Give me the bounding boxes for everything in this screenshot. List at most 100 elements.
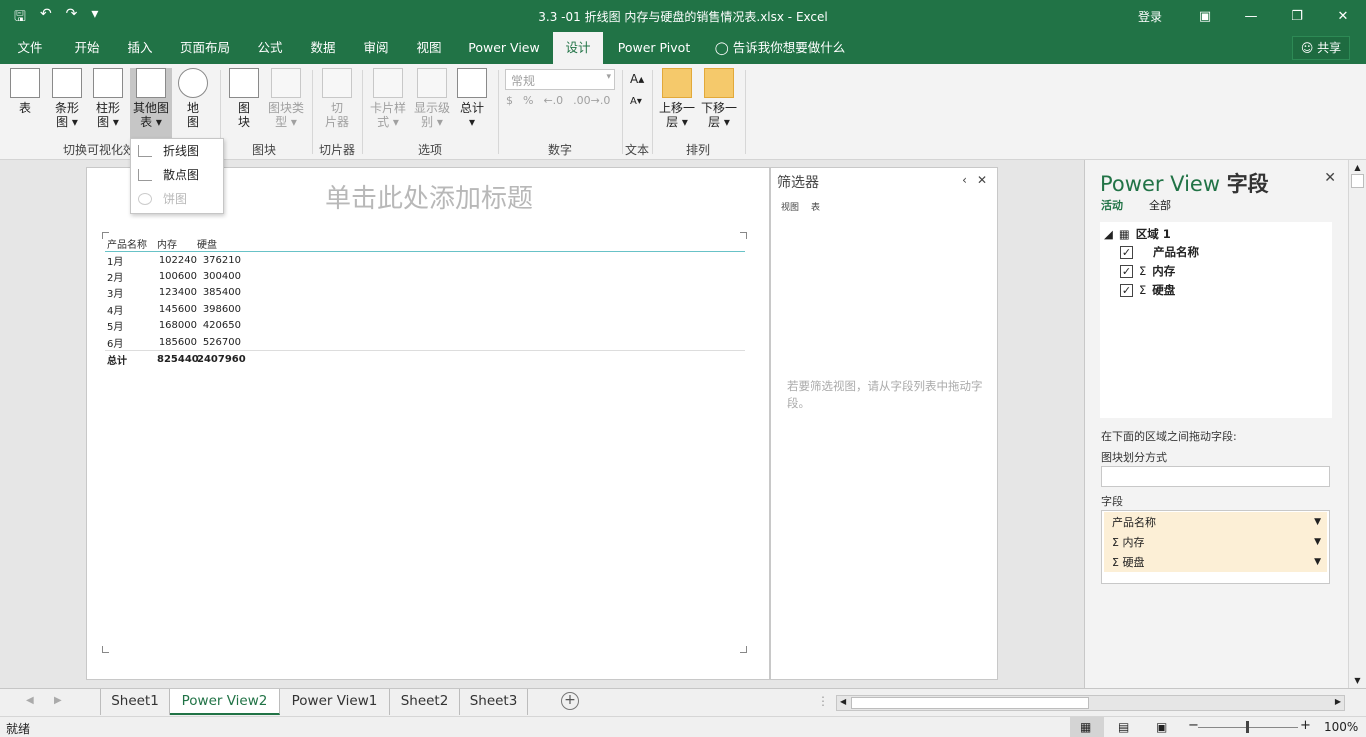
minimize-icon[interactable]: —	[1228, 0, 1274, 32]
page-layout-icon[interactable]: ▤	[1118, 720, 1129, 734]
chevron-down-icon[interactable]: ▼	[1314, 532, 1321, 552]
close-icon[interactable]: ✕	[1320, 0, 1366, 32]
show-levels-button[interactable]: 显示级 别 ▾	[410, 68, 454, 136]
decrease-decimal-icon[interactable]: ←.0	[543, 94, 563, 107]
other-chart-button[interactable]: 其他图 表 ▾	[130, 68, 172, 138]
table-cell: 376210	[202, 254, 241, 266]
decrease-font-icon[interactable]: A▾	[630, 96, 642, 107]
tab-data[interactable]: 数据	[300, 32, 346, 64]
tab-view[interactable]: 视图	[406, 32, 452, 64]
bring-forward-button[interactable]: 上移一 层 ▾	[656, 68, 698, 136]
restore-icon[interactable]: ❐	[1274, 0, 1320, 32]
bring-forward-icon	[662, 68, 692, 98]
card-style-button[interactable]: 卡片样 式 ▾	[366, 68, 410, 136]
field-item[interactable]: 产品名称 ▼	[1104, 512, 1327, 532]
close-icon[interactable]: ✕	[1324, 170, 1336, 186]
scroll-left-icon[interactable]: ◀	[840, 697, 846, 706]
send-backward-button[interactable]: 下移一 层 ▾	[698, 68, 740, 136]
tell-me-box[interactable]: ◯ 告诉我你想要做什么	[712, 32, 848, 64]
percent-icon[interactable]: %	[523, 94, 533, 107]
column-chart-button[interactable]: 柱形 图 ▾	[89, 68, 127, 136]
checkbox-icon[interactable]: ✓	[1120, 264, 1133, 278]
slicer-button[interactable]: 切 片器	[318, 68, 356, 136]
tile-type-button[interactable]: 图块类 型 ▾	[264, 68, 308, 136]
checkbox-icon[interactable]: ✓	[1120, 283, 1133, 297]
filters-pane: 筛选器 ‹ ✕ 视图 表 若要筛选视图，请从字段列表中拖动字段。	[770, 167, 998, 680]
resize-handle[interactable]	[740, 646, 747, 653]
tab-review[interactable]: 审阅	[352, 32, 400, 64]
sheet-tab[interactable]: Sheet2	[390, 689, 460, 715]
slicer-icon	[322, 68, 352, 98]
scroll-up-icon[interactable]: ▲	[1349, 163, 1366, 172]
tab-scroll-left-icon[interactable]: ◀	[26, 695, 34, 706]
sheet-tab-active[interactable]: Power View2	[170, 689, 280, 715]
checkbox-icon[interactable]: ✓	[1120, 245, 1133, 259]
chevron-down-icon[interactable]: ▼	[1314, 512, 1321, 532]
table-button[interactable]: 表	[6, 68, 44, 136]
scroll-thumb[interactable]	[851, 697, 1089, 709]
drag-hint: 在下面的区域之间拖动字段:	[1101, 430, 1237, 443]
tab-power-pivot[interactable]: Power Pivot	[612, 32, 696, 64]
zoom-level[interactable]: 100%	[1324, 720, 1358, 734]
field-item[interactable]: Σ 内存 ▼	[1104, 532, 1327, 552]
scroll-down-icon[interactable]: ▼	[1349, 676, 1366, 685]
map-button[interactable]: 地 图	[174, 68, 212, 136]
tab-scroll-right-icon[interactable]: ▶	[54, 695, 62, 706]
zoom-in-icon[interactable]: +	[1300, 718, 1311, 733]
totals-button[interactable]: 总计 ▾	[454, 68, 490, 136]
tab-insert[interactable]: 插入	[116, 32, 164, 64]
tab-power-view[interactable]: Power View	[462, 32, 546, 64]
tab-formulas[interactable]: 公式	[246, 32, 294, 64]
tiles-button[interactable]: 图 块	[226, 68, 262, 136]
field-item[interactable]: Σ 硬盘 ▼	[1104, 552, 1327, 572]
scroll-thumb[interactable]	[1351, 174, 1364, 188]
tree-field-disk[interactable]: ✓ Σ 硬盘	[1120, 282, 1175, 298]
line-chart-icon	[138, 145, 152, 157]
vertical-scrollbar[interactable]: ▲ ▼	[1348, 160, 1366, 688]
increase-font-icon[interactable]: A▴	[630, 72, 644, 86]
tab-table-filter[interactable]: 表	[811, 200, 820, 213]
ribbon-display-icon[interactable]: ▣	[1182, 0, 1228, 32]
page-break-icon[interactable]: ▣	[1156, 720, 1167, 734]
sheet-tab[interactable]: Power View1	[280, 689, 390, 715]
sheet-tab[interactable]: Sheet1	[100, 689, 170, 715]
add-sheet-icon[interactable]: +	[561, 692, 579, 710]
tab-file[interactable]: 文件	[8, 32, 52, 64]
login-link[interactable]: 登录	[1138, 8, 1162, 25]
scroll-right-icon[interactable]: ▶	[1335, 697, 1341, 706]
card-style-label-1: 卡片样	[369, 101, 406, 115]
resize-handle[interactable]	[102, 646, 109, 653]
collapse-triangle-icon[interactable]: ◢	[1104, 227, 1113, 241]
tab-view-filter[interactable]: 视图	[781, 200, 799, 213]
tile-by-dropzone[interactable]	[1101, 466, 1330, 487]
menu-item-line-chart[interactable]: 折线图	[131, 139, 223, 163]
tree-field-product[interactable]: ✓ 产品名称	[1120, 244, 1199, 260]
tab-all-fields[interactable]: 全部	[1149, 197, 1171, 213]
split-handle-icon[interactable]: ⋮	[817, 694, 829, 708]
column-header[interactable]: 硬盘	[197, 236, 241, 251]
sheet-tab[interactable]: Sheet3	[460, 689, 528, 715]
share-button[interactable]: ☺ 共享	[1292, 36, 1350, 60]
zoom-slider-thumb[interactable]	[1246, 721, 1249, 733]
collapse-icon[interactable]: ‹	[962, 173, 967, 187]
close-icon[interactable]: ✕	[977, 173, 987, 187]
data-table[interactable]: 产品名称 内存 硬盘 1月 102240 376210 2月 100600 30…	[105, 236, 745, 367]
column-header[interactable]: 产品名称	[105, 236, 157, 251]
tree-field-memory[interactable]: ✓ Σ 内存	[1120, 263, 1175, 279]
currency-icon[interactable]: $	[506, 94, 513, 107]
column-header[interactable]: 内存	[157, 236, 197, 251]
tab-active-fields[interactable]: 活动	[1101, 197, 1123, 213]
number-format-select[interactable]: 常规 ▾	[505, 69, 615, 90]
chevron-down-icon[interactable]: ▼	[1314, 552, 1321, 572]
tab-page-layout[interactable]: 页面布局	[172, 32, 238, 64]
fields-dropzone[interactable]: 产品名称 ▼ Σ 内存 ▼ Σ 硬盘 ▼	[1101, 510, 1330, 584]
bar-chart-button[interactable]: 条形 图 ▾	[48, 68, 86, 136]
line-chart-icon	[136, 68, 166, 98]
tab-home[interactable]: 开始	[62, 32, 112, 64]
menu-item-scatter-chart[interactable]: 散点图	[131, 163, 223, 187]
zoom-out-icon[interactable]: −	[1188, 718, 1199, 733]
increase-decimal-icon[interactable]: .00→.0	[573, 94, 610, 107]
horizontal-scrollbar[interactable]: ◀ ▶	[836, 695, 1345, 711]
tab-design[interactable]: 设计	[553, 32, 603, 64]
tree-node-region[interactable]: ◢ ▦ 区域 1	[1104, 226, 1171, 242]
